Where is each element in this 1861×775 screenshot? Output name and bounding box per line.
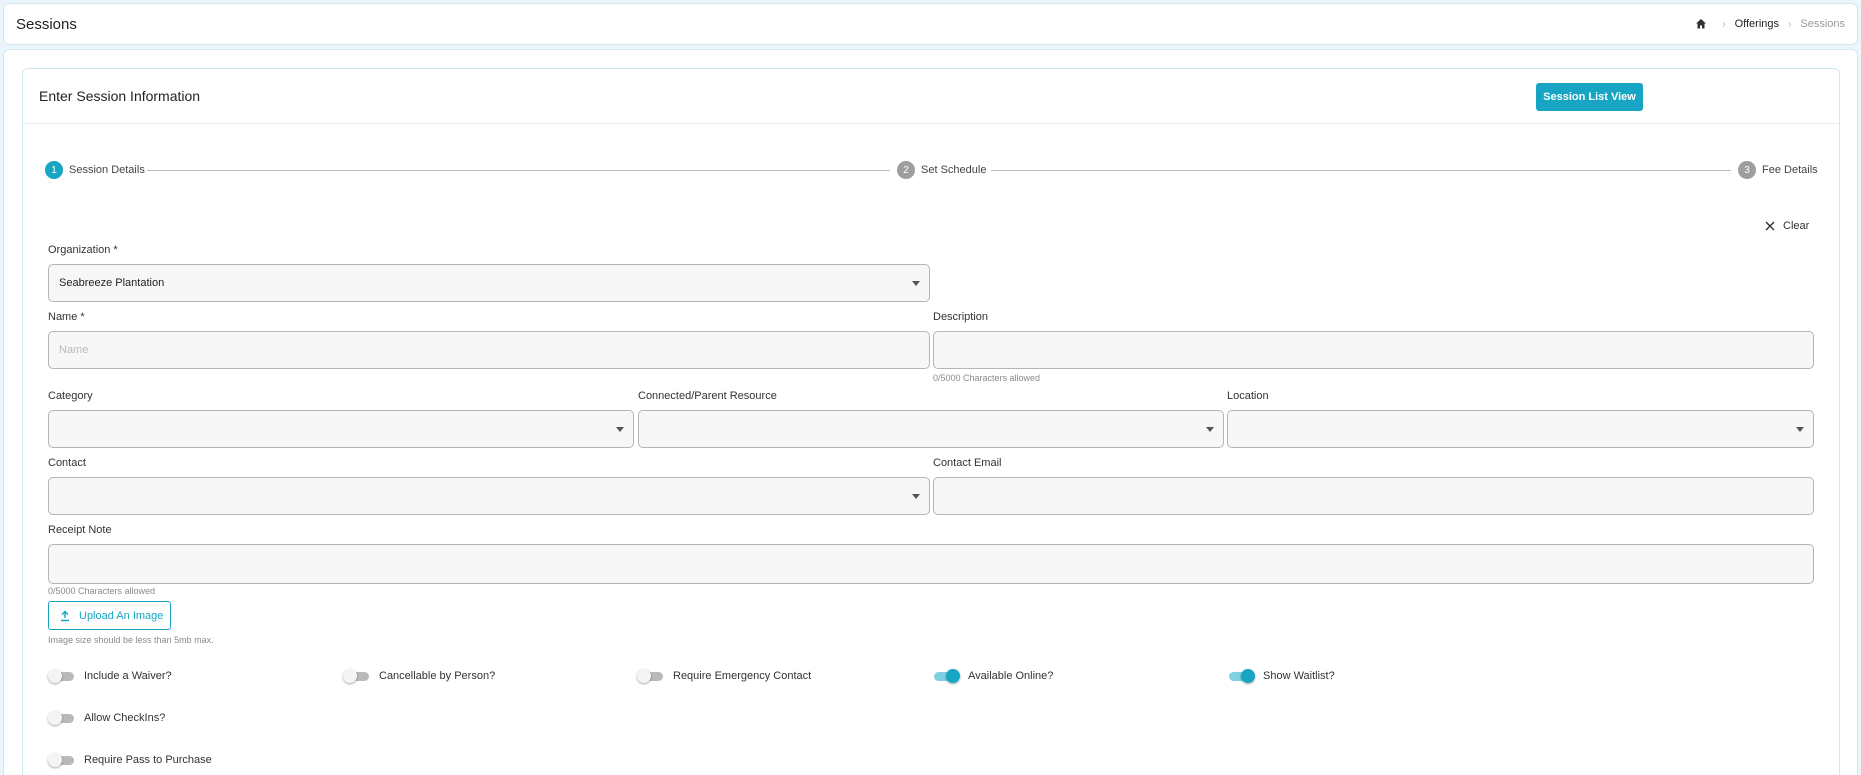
home-icon[interactable] <box>1695 18 1707 30</box>
breadcrumb-sessions: Sessions <box>1800 18 1845 30</box>
chevron-down-icon <box>1796 427 1804 432</box>
upload-size-hint: Image size should be less than 5mb max. <box>48 635 214 645</box>
receipt-note-label: Receipt Note <box>48 524 112 536</box>
step-set-schedule[interactable]: 2 Set Schedule <box>897 161 986 179</box>
name-input[interactable] <box>49 332 929 368</box>
toggle-switch[interactable] <box>637 669 665 683</box>
receipt-note-input[interactable] <box>49 545 1813 583</box>
description-char-count: 0/5000 Characters allowed <box>933 373 1041 383</box>
name-label: Name * <box>48 311 85 323</box>
step-session-details[interactable]: 1 Session Details <box>45 161 145 179</box>
toggle-switch[interactable] <box>48 753 76 767</box>
step-connector <box>147 170 890 171</box>
toggle-show-waitlist[interactable]: Show Waitlist? <box>1227 669 1335 683</box>
name-field[interactable] <box>48 331 930 369</box>
step-label: Fee Details <box>1762 164 1818 176</box>
toggle-switch[interactable] <box>343 669 371 683</box>
upload-label: Upload An Image <box>79 609 164 622</box>
stepper: 1 Session Details 2 Set Schedule 3 Fee D… <box>45 161 1819 181</box>
clear-label: Clear <box>1783 220 1810 232</box>
step-number: 1 <box>45 161 63 179</box>
organization-value: Seabreeze Plantation <box>59 277 165 289</box>
description-input[interactable] <box>934 332 1813 368</box>
organization-label: Organization * <box>48 244 118 256</box>
toggle-require-pass[interactable]: Require Pass to Purchase <box>48 753 212 767</box>
toggle-label: Include a Waiver? <box>84 670 172 682</box>
chevron-down-icon <box>1206 427 1214 432</box>
upload-icon <box>61 610 69 621</box>
toggle-switch[interactable] <box>48 711 76 725</box>
toggle-label: Cancellable by Person? <box>379 670 496 682</box>
step-connector <box>991 170 1731 171</box>
toggle-label: Allow CheckIns? <box>84 712 166 724</box>
breadcrumb-separator: › <box>1722 18 1726 30</box>
toggle-emergency-contact[interactable]: Require Emergency Contact <box>637 669 811 683</box>
description-label: Description <box>933 311 989 323</box>
step-fee-details[interactable]: 3 Fee Details <box>1738 161 1818 179</box>
chevron-down-icon <box>616 427 624 432</box>
breadcrumb-offerings[interactable]: Offerings <box>1735 18 1779 30</box>
parent-resource-select[interactable] <box>638 410 1224 448</box>
toggle-switch[interactable] <box>932 669 960 683</box>
toggle-available-online[interactable]: Available Online? <box>932 669 1053 683</box>
upload-image-button[interactable]: Upload An Image <box>48 601 171 630</box>
parent-resource-label: Connected/Parent Resource <box>638 390 777 402</box>
top-bar: Sessions › Offerings › Sessions <box>3 3 1858 45</box>
contact-email-label: Contact Email <box>933 457 1002 469</box>
breadcrumb: › Offerings › Sessions <box>1695 18 1845 30</box>
organization-select[interactable]: Seabreeze Plantation <box>48 264 930 302</box>
description-field[interactable] <box>933 331 1814 369</box>
toggle-cancellable[interactable]: Cancellable by Person? <box>343 669 495 683</box>
toggle-label: Available Online? <box>968 670 1054 682</box>
step-label: Session Details <box>69 164 145 176</box>
step-label: Set Schedule <box>921 164 987 176</box>
chevron-down-icon <box>912 281 920 286</box>
step-number: 2 <box>897 161 915 179</box>
contact-select[interactable] <box>48 477 930 515</box>
location-label: Location <box>1227 390 1269 402</box>
page-title: Sessions <box>16 16 77 33</box>
session-list-view-button[interactable]: Session List View <box>1536 83 1643 111</box>
category-label: Category <box>48 390 93 402</box>
category-select[interactable] <box>48 410 634 448</box>
receipt-note-field[interactable] <box>48 544 1814 584</box>
contact-email-field[interactable] <box>933 477 1814 515</box>
card-header: Enter Session Information Session List V… <box>23 69 1839 124</box>
chevron-down-icon <box>912 494 920 499</box>
receipt-note-char-count: 0/5000 Characters allowed <box>48 586 156 596</box>
close-icon <box>1765 221 1775 231</box>
contact-label: Contact <box>48 457 86 469</box>
contact-email-input[interactable] <box>934 478 1813 514</box>
toggle-switch[interactable] <box>1227 669 1255 683</box>
toggle-include-waiver[interactable]: Include a Waiver? <box>48 669 172 683</box>
breadcrumb-separator: › <box>1788 18 1792 30</box>
location-select[interactable] <box>1227 410 1814 448</box>
toggle-label: Require Pass to Purchase <box>84 754 212 766</box>
toggle-label: Show Waitlist? <box>1263 670 1335 682</box>
toggle-switch[interactable] <box>48 669 76 683</box>
toggle-label: Require Emergency Contact <box>673 670 812 682</box>
card-title: Enter Session Information <box>39 88 201 104</box>
step-number: 3 <box>1738 161 1756 179</box>
clear-button[interactable]: Clear <box>1765 220 1809 232</box>
toggle-allow-checkins[interactable]: Allow CheckIns? <box>48 711 165 725</box>
